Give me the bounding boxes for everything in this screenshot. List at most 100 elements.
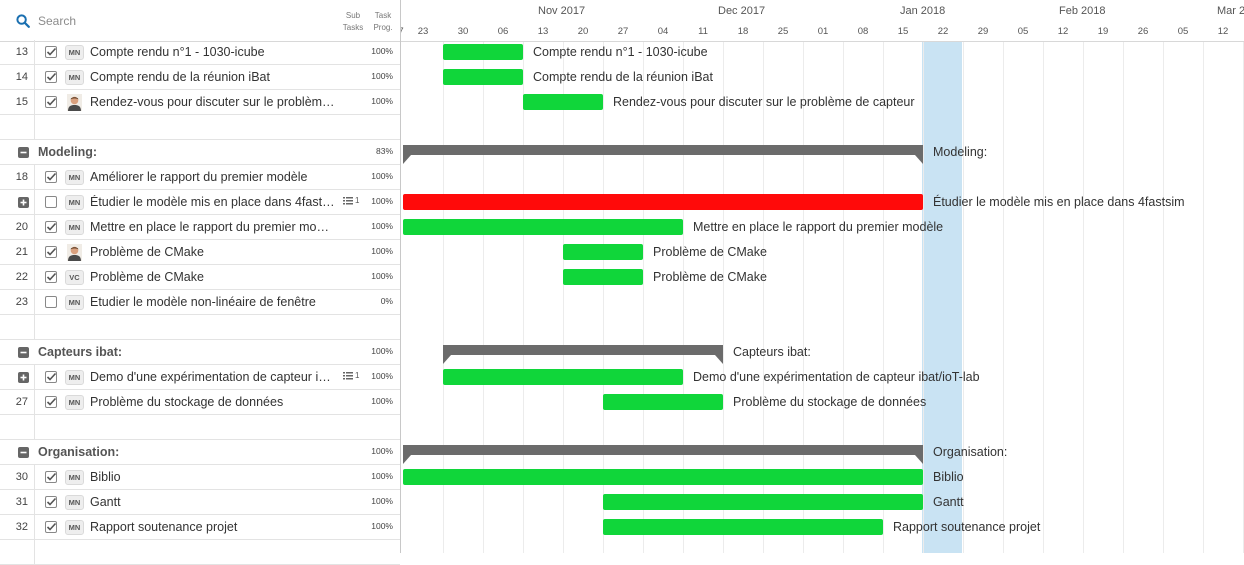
checkbox-unchecked[interactable] — [45, 296, 57, 308]
task-bar[interactable] — [403, 219, 683, 235]
task-row[interactable]: 23 MN Etudier le modèle non-linéaire de fe… — [0, 290, 400, 315]
empty-row[interactable] — [0, 415, 400, 440]
checkbox-checked[interactable] — [45, 221, 57, 233]
expand-icon[interactable] — [18, 197, 29, 208]
task-row[interactable]: MN Étudier le modèle mis en place dans 4f… — [0, 190, 400, 215]
task-title[interactable]: Améliorer le rapport du premier modèle — [90, 170, 340, 184]
task-row[interactable]: 14 MN Compte rendu de la réunion iBat 100% — [0, 65, 400, 90]
task-title[interactable]: Biblio — [90, 470, 340, 484]
sub-tasks-column-header[interactable]: Sub Tasks — [336, 10, 370, 34]
task-bar[interactable] — [403, 469, 923, 485]
task-title[interactable]: Compte rendu de la réunion iBat — [90, 70, 340, 84]
row-number: 15 — [15, 96, 28, 108]
task-progress-header-line-2: Prog. — [373, 23, 393, 32]
group-row[interactable]: Organisation: 100% — [0, 440, 400, 465]
row-number: 30 — [15, 471, 28, 483]
task-title[interactable]: Etudier le modèle non-linéaire de fenêtr… — [90, 295, 340, 309]
checkbox-checked[interactable] — [45, 371, 57, 383]
task-bar[interactable] — [523, 94, 603, 110]
checkbox-checked[interactable] — [45, 521, 57, 533]
assignee-badge: MN — [65, 170, 84, 185]
row-number: 13 — [15, 46, 28, 58]
task-progress-column-header[interactable]: Task Prog. — [366, 10, 400, 34]
expand-icon[interactable] — [18, 372, 29, 383]
row-separator — [34, 215, 35, 240]
overdue-task-bar[interactable] — [403, 194, 923, 210]
empty-row[interactable] — [0, 315, 400, 340]
summary-bar[interactable] — [443, 345, 723, 364]
group-row[interactable]: Modeling: 83% — [0, 140, 400, 165]
task-title[interactable]: Mettre en place le rapport du premier mo… — [90, 220, 340, 234]
week-label: 11 — [698, 26, 708, 37]
checkbox-checked[interactable] — [45, 396, 57, 408]
task-bar[interactable] — [603, 494, 923, 510]
task-list-panel: Sub Tasks Task Prog. 13 MN Compte rendu n°… — [0, 0, 400, 565]
subtasks-list-icon — [343, 371, 353, 380]
checkbox-unchecked[interactable] — [45, 196, 57, 208]
group-progress: 100% — [371, 446, 393, 456]
checkbox-checked[interactable] — [45, 171, 57, 183]
checkbox-checked[interactable] — [45, 71, 57, 83]
task-row[interactable]: 13 MN Compte rendu n°1 - 1030-icube 100% — [0, 40, 400, 65]
checkbox-checked[interactable] — [45, 246, 57, 258]
assignee-badge: MN — [65, 470, 84, 485]
row-separator — [34, 265, 35, 290]
task-bar[interactable] — [603, 519, 883, 535]
task-title[interactable]: Problème du stockage de données — [90, 395, 340, 409]
task-progress: 100% — [371, 396, 393, 406]
task-row[interactable]: 22 VC Problème de CMake 100% — [0, 265, 400, 290]
bar-label: Demo d'une expérimentation de capteur ib… — [693, 370, 980, 384]
task-bar[interactable] — [563, 269, 643, 285]
collapse-icon[interactable] — [18, 447, 29, 458]
collapse-icon[interactable] — [18, 347, 29, 358]
task-bar[interactable] — [443, 369, 683, 385]
task-bar[interactable] — [443, 69, 523, 85]
checkbox-checked[interactable] — [45, 471, 57, 483]
assignee-badge: MN — [65, 495, 84, 510]
summary-bar[interactable] — [403, 445, 923, 464]
month-label: Feb 2018 — [1059, 5, 1106, 17]
group-progress: 83% — [375, 146, 393, 156]
row-separator — [34, 465, 35, 490]
task-title[interactable]: Rapport soutenance projet — [90, 520, 340, 534]
week-label: 23 — [417, 26, 429, 37]
week-label: 05 — [1017, 26, 1029, 37]
task-row[interactable]: 21 Problème de CMake 100% — [0, 240, 400, 265]
task-title[interactable]: Demo d'une expérimentation de capteur i… — [90, 370, 340, 384]
task-list-header: Sub Tasks Task Prog. — [0, 0, 400, 42]
week-gridline — [1203, 42, 1204, 553]
task-row[interactable]: 20 MN Mettre en place le rapport du premie… — [0, 215, 400, 240]
task-row[interactable]: 18 MN Améliorer le rapport du premier modè… — [0, 165, 400, 190]
task-row[interactable]: 15 Rendez-vous pour discuter sur le probl… — [0, 90, 400, 115]
collapse-icon[interactable] — [18, 147, 29, 158]
task-title[interactable]: Étudier le modèle mis en place dans 4fas… — [90, 195, 340, 209]
group-progress: 100% — [371, 346, 393, 356]
summary-bar[interactable] — [403, 145, 923, 164]
checkbox-checked[interactable] — [45, 46, 57, 58]
checkbox-checked[interactable] — [45, 271, 57, 283]
task-row[interactable]: MN Demo d'une expérimentation de capteur … — [0, 365, 400, 390]
task-title[interactable]: Compte rendu n°1 - 1030-icube — [90, 45, 340, 59]
task-title[interactable]: Gantt — [90, 495, 340, 509]
empty-row[interactable] — [0, 115, 400, 140]
task-progress: 100% — [371, 46, 393, 56]
task-bar[interactable] — [563, 244, 643, 260]
task-row[interactable]: 30 MN Biblio 100% — [0, 465, 400, 490]
checkbox-checked[interactable] — [45, 496, 57, 508]
task-row[interactable]: 27 MN Problème du stockage de données 100% — [0, 390, 400, 415]
task-row[interactable]: 32 MN Rapport soutenance projet 100% — [0, 515, 400, 540]
task-title[interactable]: Problème de CMake — [90, 270, 340, 284]
checkbox-checked[interactable] — [45, 96, 57, 108]
week-label: 08 — [857, 26, 869, 37]
task-title[interactable]: Problème de CMake — [90, 245, 340, 259]
task-bar[interactable] — [443, 44, 523, 60]
search-icon[interactable] — [16, 14, 30, 28]
user-avatar-icon — [67, 94, 82, 111]
group-row[interactable]: Capteurs ibat: 100% — [0, 340, 400, 365]
task-bar[interactable] — [603, 394, 723, 410]
month-label: Mar 2 — [1217, 5, 1244, 17]
search-input[interactable] — [36, 11, 326, 31]
week-label: 04 — [657, 26, 669, 37]
task-title[interactable]: Rendez-vous pour discuter sur le problèm… — [90, 95, 340, 109]
task-row[interactable]: 31 MN Gantt 100% — [0, 490, 400, 515]
